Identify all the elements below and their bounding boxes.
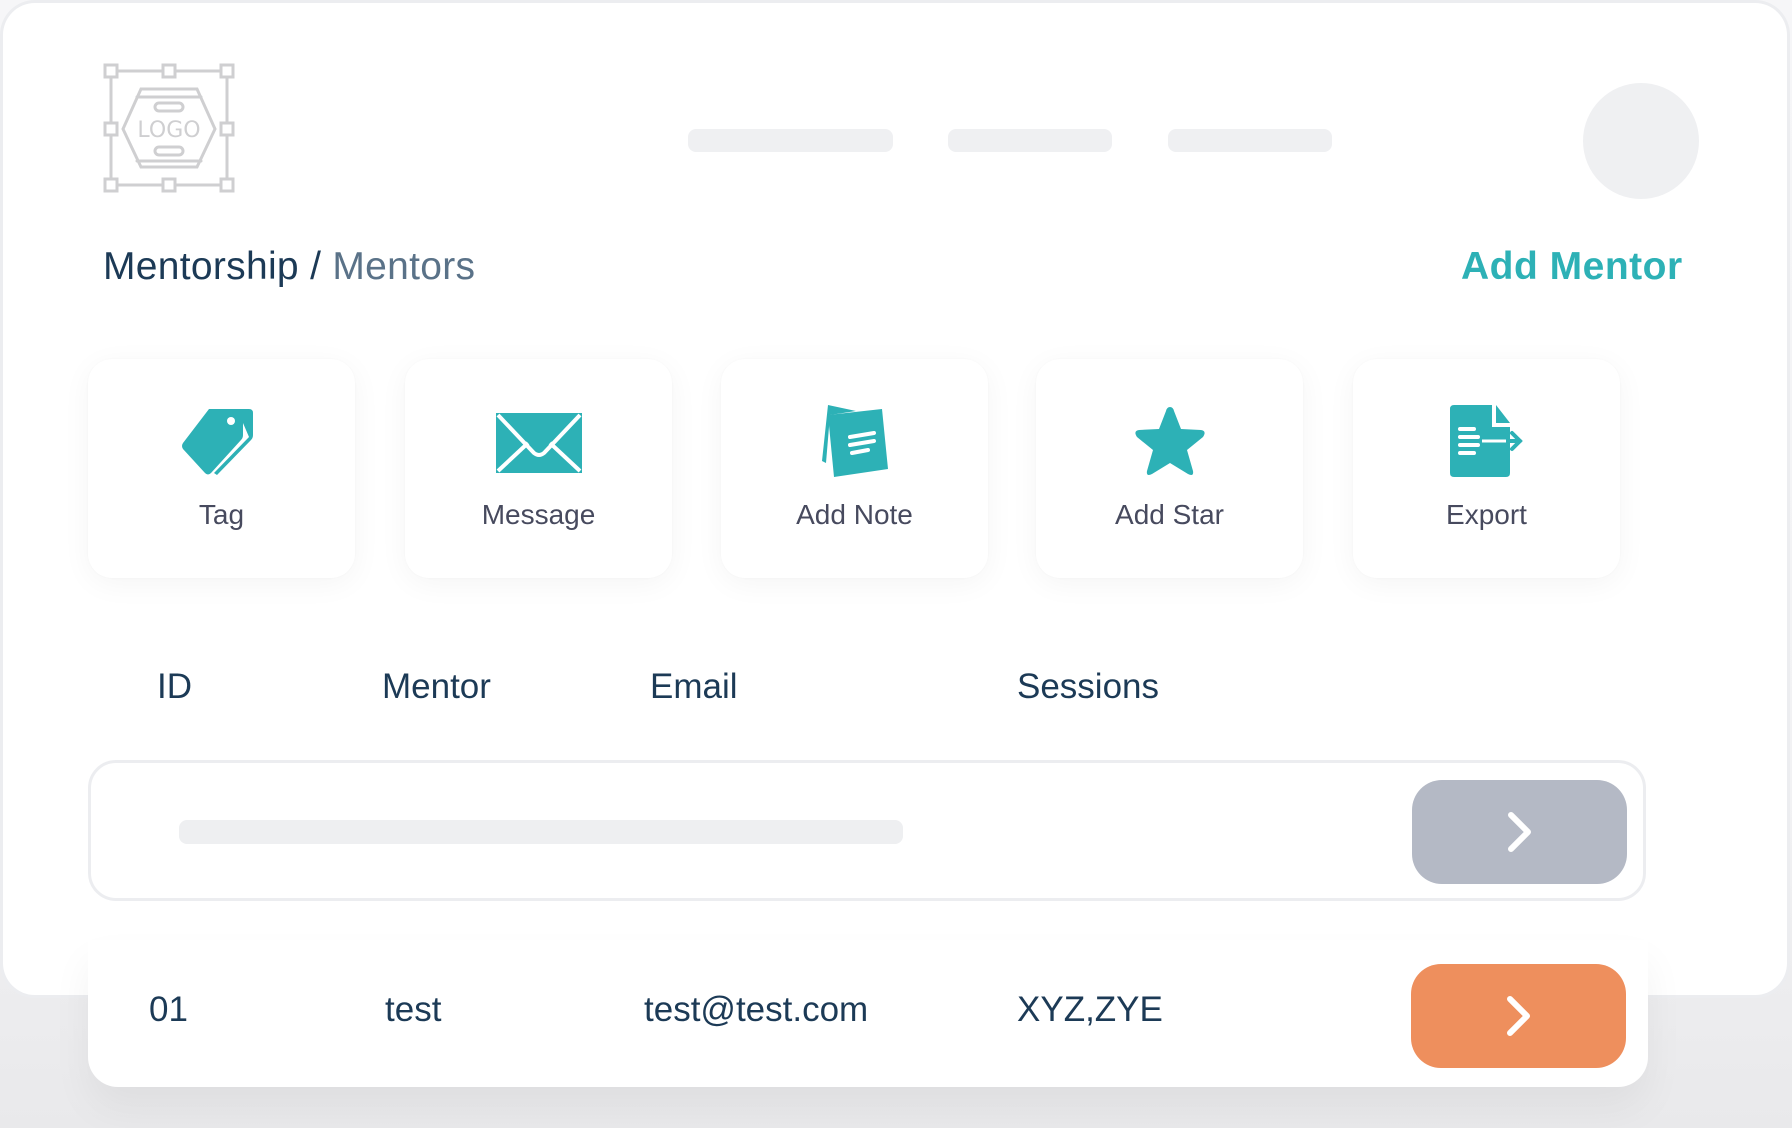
add-note-label: Add Note — [796, 499, 913, 530]
message-button[interactable]: Message — [405, 359, 672, 578]
add-mentor-button[interactable]: Add Mentor — [1461, 245, 1683, 289]
table-row-placeholder[interactable] — [88, 760, 1646, 901]
chevron-right-icon — [1506, 996, 1530, 1036]
nav-item-placeholder-3[interactable] — [1168, 129, 1332, 152]
envelope-icon — [495, 403, 582, 479]
message-label: Message — [481, 499, 596, 530]
logo: LOGO — [103, 63, 235, 193]
cell-mentor: test — [385, 990, 442, 1029]
nav-item-placeholder-1[interactable] — [688, 129, 893, 152]
breadcrumb-separator: / — [310, 245, 322, 288]
cell-sessions: XYZ,ZYE — [1017, 990, 1163, 1029]
main-card: LOGO Mentorship / Mentors Add Mentor Tag — [3, 3, 1787, 995]
nav-item-placeholder-2[interactable] — [948, 129, 1112, 152]
cell-id: 01 — [149, 990, 188, 1029]
breadcrumb-root[interactable]: Mentorship — [103, 245, 299, 288]
add-note-button[interactable]: Add Note — [721, 359, 988, 578]
user-avatar[interactable] — [1583, 83, 1699, 199]
table-row[interactable]: 01 test test@test.com XYZ,ZYE — [88, 940, 1648, 1087]
export-label: Export — [1446, 499, 1527, 530]
column-header-id[interactable]: ID — [157, 667, 192, 707]
column-header-sessions[interactable]: Sessions — [1017, 667, 1159, 707]
breadcrumb: Mentorship / Mentors — [103, 245, 475, 289]
column-header-mentor[interactable]: Mentor — [382, 667, 491, 707]
skeleton-text-bar — [179, 820, 903, 844]
logo-placeholder-icon: LOGO — [103, 63, 235, 193]
star-icon — [1127, 403, 1213, 479]
tag-label: Tag — [198, 499, 245, 530]
row-open-button[interactable] — [1412, 780, 1627, 884]
cell-email: test@test.com — [644, 990, 869, 1029]
tag-icon — [179, 403, 265, 479]
svg-text:LOGO: LOGO — [137, 118, 200, 143]
note-icon — [812, 403, 898, 479]
row-open-button-active[interactable] — [1411, 964, 1626, 1068]
breadcrumb-current: Mentors — [332, 245, 476, 288]
add-star-button[interactable]: Add Star — [1036, 359, 1303, 578]
tag-button[interactable]: Tag — [88, 359, 355, 578]
column-header-email[interactable]: Email — [650, 667, 738, 707]
chevron-right-icon — [1507, 812, 1531, 852]
add-star-label: Add Star — [1115, 499, 1224, 530]
export-file-icon — [1444, 403, 1530, 479]
export-button[interactable]: Export — [1353, 359, 1620, 578]
